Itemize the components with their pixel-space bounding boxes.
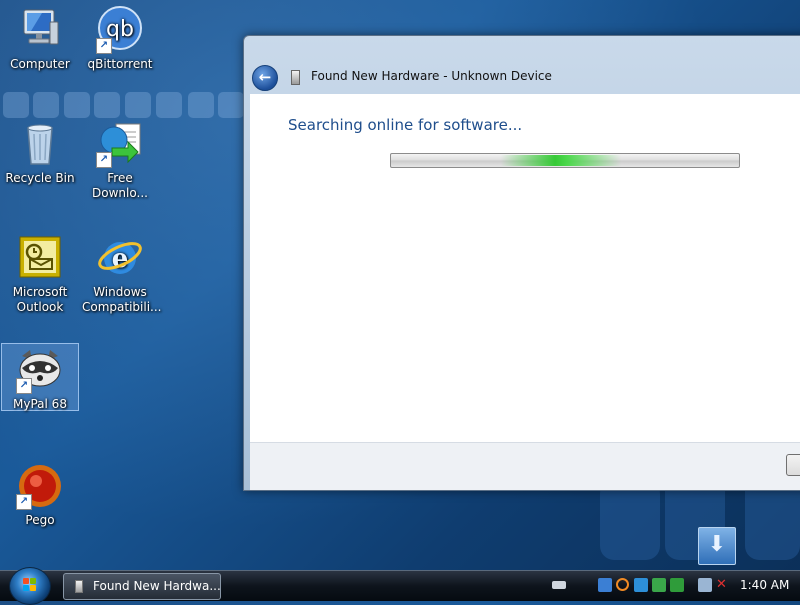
cancel-button[interactable]	[786, 454, 800, 476]
windows-flag-icon	[23, 578, 37, 592]
pego-icon: ↗	[16, 462, 64, 510]
desktop-icon-label: Computer	[10, 57, 70, 71]
wizard-content: Searching online for software...	[250, 94, 800, 442]
clock[interactable]: 1:40 AM	[740, 578, 789, 592]
start-button[interactable]	[9, 567, 51, 605]
shortcut-arrow-icon: ↗	[16, 378, 32, 394]
taskbar-item-label: Found New Hardwa...	[93, 579, 221, 593]
desktop-icon-label: qBittorrent	[87, 57, 153, 71]
found-new-hardware-window: ← Found New Hardware - Unknown Device Se…	[243, 35, 800, 491]
down-arrow-button[interactable]: ⬇	[698, 527, 736, 565]
wizard-footer	[250, 442, 800, 490]
shortcut-arrow-icon: ↗	[96, 152, 112, 168]
shortcut-arrow-icon: ↗	[96, 38, 112, 54]
device-icon	[291, 70, 300, 85]
progress-marquee	[501, 155, 621, 166]
free-download-manager-icon: ↗	[96, 120, 144, 168]
tray-app-icon-2[interactable]	[634, 578, 648, 592]
status-heading: Searching online for software...	[288, 116, 523, 134]
wallpaper-squares	[0, 92, 260, 120]
device-icon	[75, 580, 83, 593]
network-icon[interactable]	[698, 578, 712, 592]
desktop-icon-recycle-bin[interactable]: Recycle Bin	[2, 118, 78, 186]
search-tray-icon[interactable]	[616, 578, 629, 591]
tray-app-icon-3[interactable]	[652, 578, 666, 592]
window-titlebar[interactable]: ← Found New Hardware - Unknown Device	[244, 36, 800, 94]
desktop-icon-label: Pego	[25, 513, 55, 527]
tray-app-icon[interactable]	[598, 578, 612, 592]
back-arrow-icon[interactable]: ←	[252, 65, 278, 91]
desktop-icon-pego[interactable]: ↗ Pego	[2, 460, 78, 528]
keyboard-icon[interactable]	[552, 581, 566, 589]
desktop-icon-computer[interactable]: Computer	[2, 4, 78, 72]
computer-icon	[16, 6, 64, 54]
desktop-icon-label: Recycle Bin	[5, 171, 75, 185]
desktop-icon-windows-compatibility[interactable]: e Windows Compatibili...	[82, 232, 162, 315]
window-title: Found New Hardware - Unknown Device	[311, 69, 552, 83]
taskbar-item-found-new-hardware[interactable]: Found New Hardwa...	[63, 573, 221, 600]
volume-muted-icon[interactable]: ✕	[716, 578, 730, 592]
progress-bar	[390, 153, 740, 168]
desktop-icon-free-download[interactable]: ↗ Free Downlo...	[82, 118, 158, 201]
raccoon-icon: ↗	[16, 346, 64, 394]
recycle-bin-icon	[16, 120, 64, 168]
desktop-icon-qbittorrent[interactable]: qb ↗ qBittorrent	[82, 4, 158, 72]
desktop-icon-label: Windows Compatibili...	[82, 285, 162, 314]
desktop-icon-mypal[interactable]: ↗ MyPal 68	[1, 343, 79, 411]
desktop-icon-label: MyPal 68	[13, 397, 67, 411]
outlook-icon	[16, 234, 64, 282]
shortcut-arrow-icon: ↗	[16, 494, 32, 510]
desktop-icon-outlook[interactable]: Microsoft Outlook	[2, 232, 78, 315]
desktop-icon-label: Microsoft Outlook	[12, 285, 68, 314]
desktop-icon-label: Free Downlo...	[92, 171, 148, 200]
qbittorrent-icon: qb ↗	[96, 6, 144, 54]
taskbar: Found New Hardwa... ✕ 1:40 AM	[0, 567, 800, 605]
tray-app-icon-4[interactable]	[670, 578, 684, 592]
internet-explorer-icon: e	[96, 234, 144, 282]
down-arrow-icon: ⬇	[707, 532, 727, 557]
